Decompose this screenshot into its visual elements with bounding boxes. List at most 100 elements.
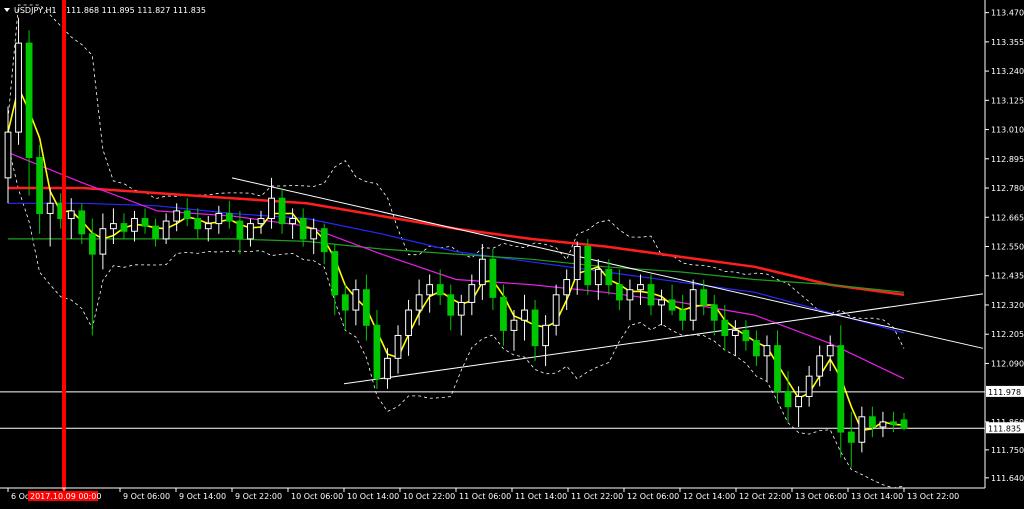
candle-body [742,329,750,342]
y-tick-label: 113.355 [991,38,1024,47]
candle-body [4,131,12,179]
candle-body [731,329,739,336]
candle-body [384,357,391,380]
x-tick-label: 12 Oct 22:00 [739,492,791,501]
candle-body [658,299,665,306]
candle-body [278,197,286,225]
candle-body [88,233,96,255]
candle-body [805,375,813,397]
x-tick-label: 13 Oct 22:00 [907,492,959,501]
candle-body [468,284,476,303]
x-tick-label: 12 Oct 14:00 [683,492,735,501]
candle-body [457,301,465,316]
candle-body [36,157,44,214]
price-label: 111.978 [988,388,1021,397]
candle-body [120,223,128,232]
candle-body [594,268,602,286]
candle-body [584,246,592,286]
candle-body [352,289,360,311]
candle-body [268,197,275,220]
x-tick-label: 11 Oct 22:00 [571,492,623,501]
y-tick-label: 111.640 [991,474,1024,483]
candle-body [78,210,86,235]
candle-body [721,319,729,336]
candle-body [531,309,539,347]
candle-body [15,42,22,133]
candle-body [879,421,887,428]
y-tick-label: 113.240 [991,67,1024,76]
candle-body [774,345,781,392]
chart-header: USDJPY,H1 111.868 111.895 111.827 111.83… [4,6,206,15]
candle-body [647,284,655,306]
candle-body [426,284,434,296]
y-tick-label: 112.320 [991,301,1024,310]
candle-body [837,345,845,433]
candle-body [890,421,897,425]
candle-body [25,42,33,159]
x-tick-label: 2017.10.09 00:00 [30,492,101,501]
candle-body [573,246,581,281]
candle-body [99,228,107,255]
x-tick-label: 10 Oct 06:00 [291,492,343,501]
candle-body [900,419,908,429]
candle-body [489,258,497,298]
y-tick-label: 113.125 [991,96,1024,105]
candle-body [826,345,834,357]
candle-body [141,218,149,227]
candle-body [784,390,792,408]
candle-body [858,416,866,443]
candle-body [341,294,349,311]
candle-body [67,210,75,220]
y-tick-label: 112.550 [991,243,1024,252]
y-tick-label: 111.750 [991,446,1024,455]
candle-body [373,324,381,380]
candle-body [447,294,455,316]
candle-body [299,218,307,240]
candle-body [679,309,687,321]
y-tick-label: 111.860 [991,418,1024,427]
symbol-label: USDJPY,H1 [14,6,57,15]
x-tick-label: 9 Oct 06:00 [123,492,170,501]
candle-body [363,289,370,326]
candle-body [162,220,170,240]
candle-body [668,299,676,311]
candle-body [710,304,718,321]
candle-body [542,324,549,347]
candle-body [236,220,244,240]
y-tick-label: 112.665 [991,213,1024,222]
candle-body [700,289,708,306]
candle-body [215,212,223,225]
candle-body [552,294,560,326]
price-chart[interactable]: 111.978111.835 113.470113.355113.240113.… [0,0,1024,509]
candle-body [500,296,507,331]
y-tick-label: 112.090 [991,359,1024,368]
candle-body [868,416,876,428]
candle-body [194,218,202,230]
y-tick-label: 112.895 [991,155,1024,164]
candle-body [415,294,423,311]
x-tick-label: 10 Oct 14:00 [347,492,399,501]
x-tick-label: 13 Oct 06:00 [795,492,847,501]
candle-body [405,309,412,336]
candle-body [605,268,613,286]
x-tick-label: 13 Oct 14:00 [851,492,903,501]
candle-body [615,284,623,301]
candle-body [257,218,265,225]
candle-body [689,289,697,321]
candle-body [753,340,760,357]
candle-body [310,228,318,240]
candle-body [521,309,528,321]
candle-body [394,334,402,359]
candle-body [847,431,855,443]
chart-background [0,0,1024,509]
y-tick-label: 112.205 [991,330,1024,339]
candle-body [110,223,117,230]
candle-body [320,228,328,253]
candle-body [204,223,212,230]
candle-body [637,284,644,291]
candle-body [795,395,802,408]
candle-body [46,202,54,214]
y-tick-label: 112.780 [991,184,1024,193]
candle-body [152,225,159,240]
x-tick-label: 9 Oct 14:00 [179,492,226,501]
